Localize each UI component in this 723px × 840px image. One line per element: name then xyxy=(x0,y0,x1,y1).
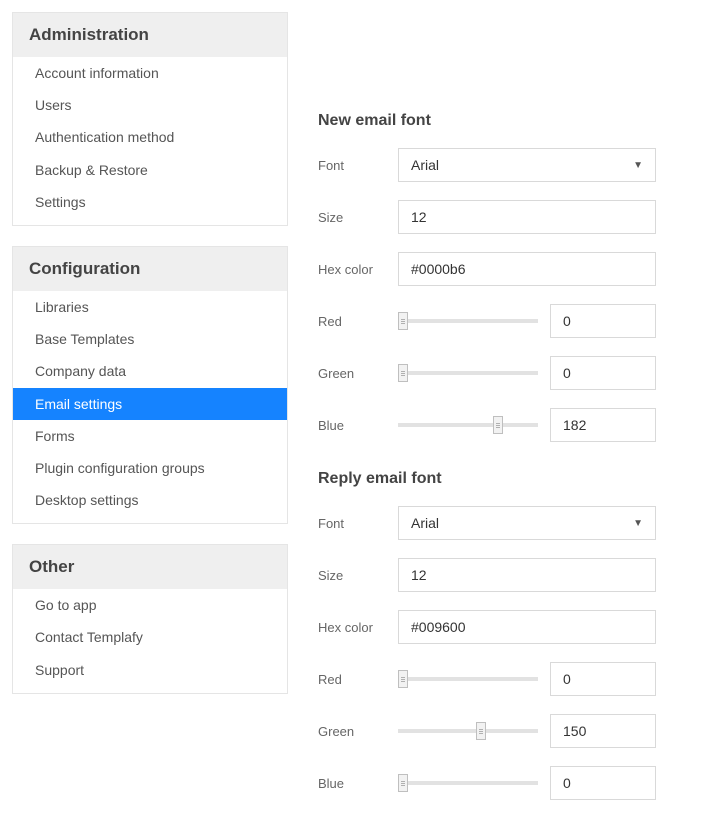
green-input-reply[interactable]: 150 xyxy=(550,714,656,748)
sidebar-item[interactable]: Users xyxy=(13,89,287,121)
label-blue: Blue xyxy=(318,776,386,791)
sidebar-item[interactable]: Plugin configuration groups xyxy=(13,452,287,484)
label-red: Red xyxy=(318,672,386,687)
hex-input-reply[interactable]: #009600 xyxy=(398,610,656,644)
sidebar-item[interactable]: Backup & Restore xyxy=(13,154,287,186)
section-title-new: New email font xyxy=(318,112,711,130)
nav-group-header: Administration xyxy=(13,13,287,57)
main-content: New email font Font Arial ▼ Size 12 Hex … xyxy=(318,12,711,828)
label-size: Size xyxy=(318,210,386,225)
label-font: Font xyxy=(318,516,386,531)
chevron-down-icon: ▼ xyxy=(633,160,643,171)
sidebar-item[interactable]: Account information xyxy=(13,57,287,89)
red-slider-reply[interactable] xyxy=(398,669,538,689)
blue-input-new[interactable]: 182 xyxy=(550,408,656,442)
sidebar: AdministrationAccount informationUsersAu… xyxy=(12,12,288,828)
red-slider-new[interactable] xyxy=(398,311,538,331)
size-input-reply[interactable]: 12 xyxy=(398,558,656,592)
green-input-new[interactable]: 0 xyxy=(550,356,656,390)
label-green: Green xyxy=(318,724,386,739)
green-slider-new[interactable] xyxy=(398,363,538,383)
font-select-reply[interactable]: Arial ▼ xyxy=(398,506,656,540)
nav-group-header: Configuration xyxy=(13,247,287,291)
label-font: Font xyxy=(318,158,386,173)
label-red: Red xyxy=(318,314,386,329)
sidebar-item[interactable]: Contact Templafy xyxy=(13,621,287,653)
sidebar-item[interactable]: Support xyxy=(13,654,287,693)
sidebar-item[interactable]: Desktop settings xyxy=(13,484,287,523)
nav-group: ConfigurationLibrariesBase TemplatesComp… xyxy=(12,246,288,524)
sidebar-item[interactable]: Authentication method xyxy=(13,121,287,153)
sidebar-item[interactable]: Forms xyxy=(13,420,287,452)
font-select-new[interactable]: Arial ▼ xyxy=(398,148,656,182)
nav-group-header: Other xyxy=(13,545,287,589)
chevron-down-icon: ▼ xyxy=(633,518,643,529)
nav-group: OtherGo to appContact TemplafySupport xyxy=(12,544,288,694)
section-title-reply: Reply email font xyxy=(318,470,711,488)
nav-group: AdministrationAccount informationUsersAu… xyxy=(12,12,288,226)
sidebar-item[interactable]: Base Templates xyxy=(13,323,287,355)
blue-input-reply[interactable]: 0 xyxy=(550,766,656,800)
sidebar-item[interactable]: Settings xyxy=(13,186,287,225)
blue-slider-reply[interactable] xyxy=(398,773,538,793)
red-input-reply[interactable]: 0 xyxy=(550,662,656,696)
sidebar-item[interactable]: Company data xyxy=(13,355,287,387)
sidebar-item[interactable]: Email settings xyxy=(13,388,287,420)
label-green: Green xyxy=(318,366,386,381)
sidebar-item[interactable]: Go to app xyxy=(13,589,287,621)
section-new-email-font: New email font Font Arial ▼ Size 12 Hex … xyxy=(318,112,711,442)
label-hexcolor: Hex color xyxy=(318,262,386,277)
font-select-new-value: Arial xyxy=(411,157,439,173)
label-hexcolor: Hex color xyxy=(318,620,386,635)
hex-input-new[interactable]: #0000b6 xyxy=(398,252,656,286)
font-select-reply-value: Arial xyxy=(411,515,439,531)
size-input-new[interactable]: 12 xyxy=(398,200,656,234)
section-reply-email-font: Reply email font Font Arial ▼ Size 12 He… xyxy=(318,470,711,800)
sidebar-item[interactable]: Libraries xyxy=(13,291,287,323)
red-input-new[interactable]: 0 xyxy=(550,304,656,338)
label-size: Size xyxy=(318,568,386,583)
label-blue: Blue xyxy=(318,418,386,433)
blue-slider-new[interactable] xyxy=(398,415,538,435)
green-slider-reply[interactable] xyxy=(398,721,538,741)
